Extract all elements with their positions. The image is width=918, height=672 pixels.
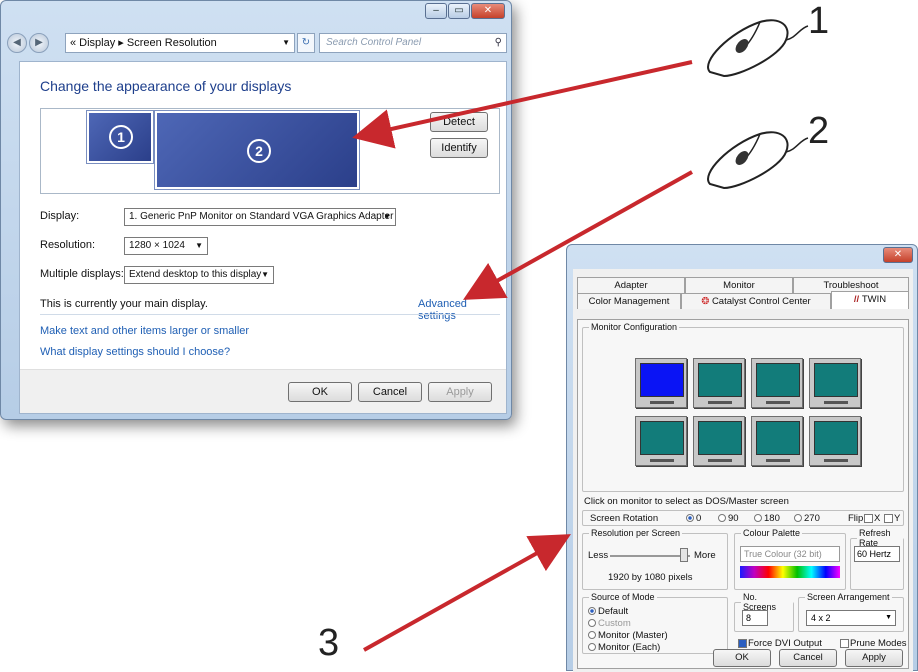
callout-1: 1 <box>808 0 830 42</box>
arrow-1 <box>352 60 693 149</box>
mouse-1-icon <box>707 19 809 78</box>
callout-2: 2 <box>808 110 830 152</box>
callout-3: 3 <box>318 622 340 664</box>
mouse-2-icon <box>707 131 809 190</box>
arrow-2 <box>463 170 693 300</box>
arrow-3 <box>363 534 571 652</box>
annotation-layer <box>352 19 809 652</box>
